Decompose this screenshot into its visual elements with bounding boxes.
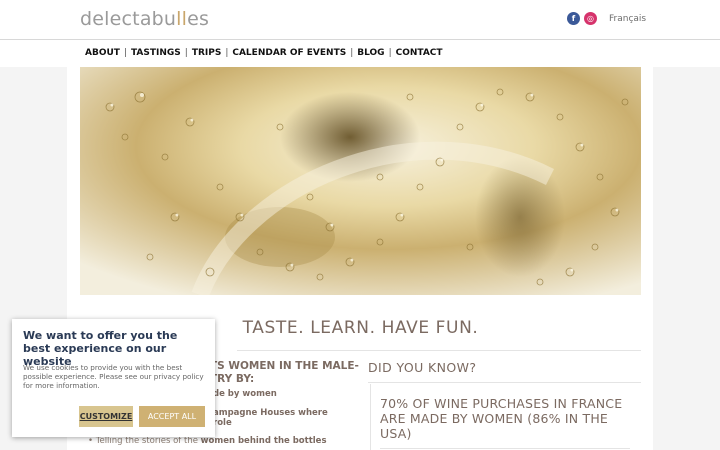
nav-item-about[interactable]: ABOUT <box>85 48 120 58</box>
did-you-know-heading: DID YOU KNOW? <box>368 360 477 375</box>
site-header: delectabulles f ◎ Français <box>0 0 720 39</box>
nav-item-contact[interactable]: CONTACT <box>396 48 443 58</box>
main-nav: ABOUT | TASTINGS | TRIPS | CALENDAR OF EVENTS |… <box>0 39 720 68</box>
fact-text: 70% OF WINE PURCHASES IN FRANCE ARE MADE… <box>380 396 623 441</box>
accept-all-button[interactable]: ACCEPT ALL <box>139 406 205 427</box>
logo-text-start: delectabu <box>80 8 177 30</box>
list-item-bold: de by women <box>213 389 277 399</box>
logo-text-accent: ll <box>176 8 188 30</box>
nav-item-calendar[interactable]: CALENDAR OF EVENTS <box>232 48 346 58</box>
nav-item-trips[interactable]: TRIPS <box>192 48 222 58</box>
customize-button[interactable]: CUSTOMIZE <box>79 406 133 427</box>
nav-item-blog[interactable]: BLOG <box>357 48 384 58</box>
section-divider <box>237 350 641 351</box>
champagne-bubbles-image <box>80 67 641 295</box>
language-switch-link[interactable]: Français <box>609 14 646 24</box>
nav-separator: | <box>123 48 127 58</box>
list-item: de by women <box>213 388 277 400</box>
nav-separator: | <box>225 48 229 58</box>
list-item-bold: role <box>213 418 232 428</box>
list-item-text: Telling the stories of the <box>95 436 201 446</box>
facebook-icon[interactable]: f <box>567 12 580 25</box>
nav-separator: | <box>184 48 188 58</box>
list-item-bold: women behind the bottles <box>200 436 327 446</box>
fact-rule <box>380 448 630 449</box>
cookie-text: We use cookies to provide you with the b… <box>23 363 204 390</box>
bullet-icon: • <box>88 436 96 446</box>
instagram-icon[interactable]: ◎ <box>584 12 597 25</box>
list-item: role <box>213 417 232 429</box>
hero-image <box>80 67 641 295</box>
site-logo[interactable]: delectabulles <box>80 8 209 30</box>
nav-item-tastings[interactable]: TASTINGS <box>131 48 181 58</box>
mission-heading: TS WOMEN IN THE MALE-TRY BY: <box>210 360 359 385</box>
logo-text-end: es <box>187 8 210 30</box>
nav-separator: | <box>388 48 392 58</box>
did-you-know-rule <box>368 382 641 383</box>
nav-separator: | <box>350 48 354 58</box>
